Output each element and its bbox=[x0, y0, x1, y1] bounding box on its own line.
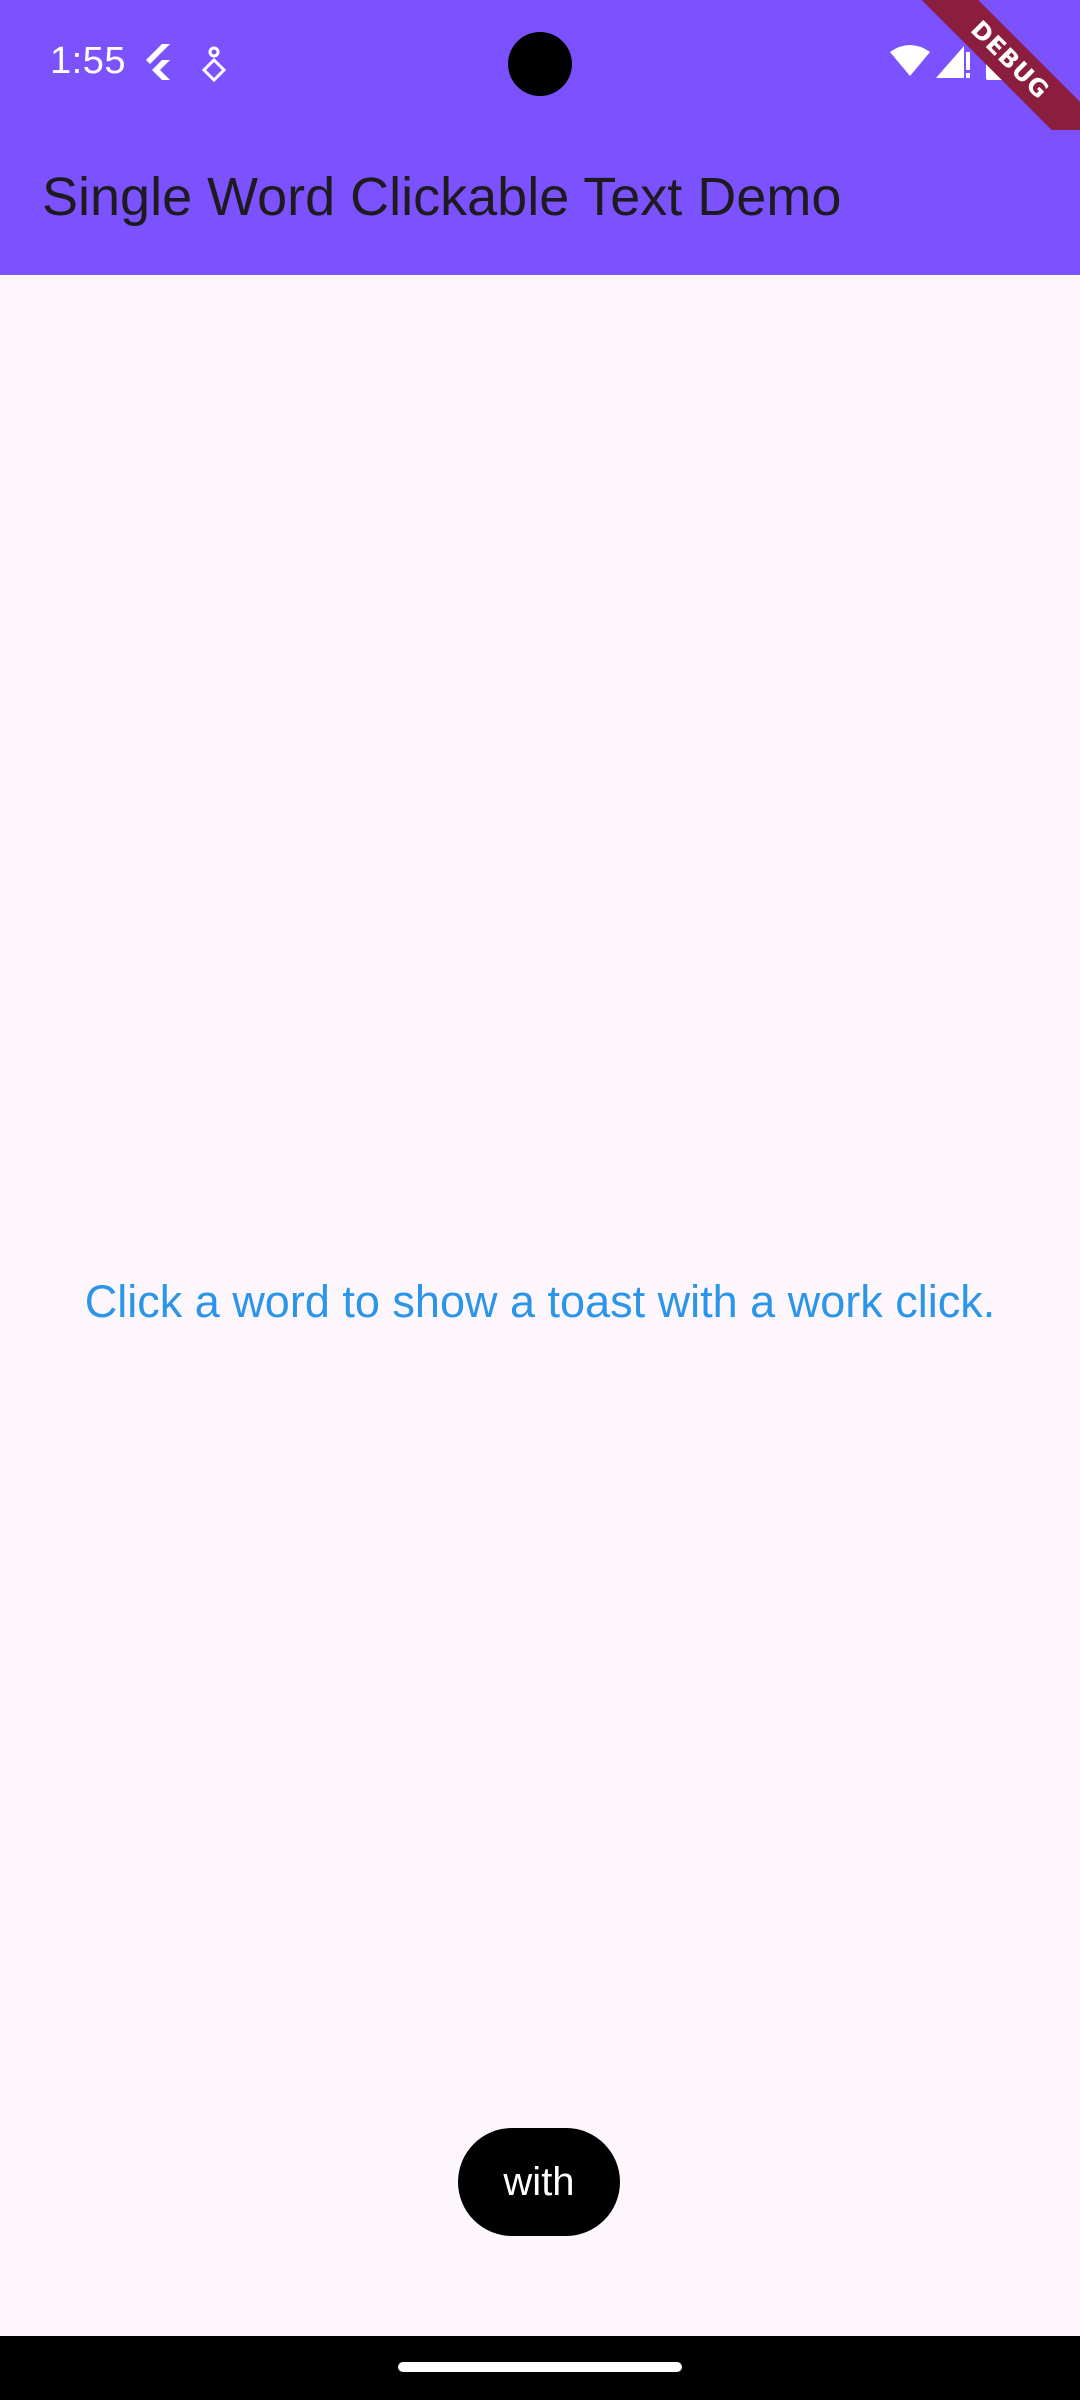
clickable-text-paragraph: Click a word to show a toast with a work… bbox=[0, 1276, 1080, 1328]
page-title: Single Word Clickable Text Demo bbox=[42, 167, 842, 227]
word-a[interactable]: a bbox=[195, 1276, 220, 1327]
wifi-icon bbox=[888, 42, 932, 82]
word-word[interactable]: word bbox=[232, 1276, 330, 1327]
status-bar: 1:55 DEBUG bbox=[0, 0, 1080, 167]
flutter-icon bbox=[140, 42, 180, 82]
word-show[interactable]: show bbox=[392, 1276, 497, 1327]
app-bar: Single Word Clickable Text Demo bbox=[0, 130, 1080, 275]
debug-bridge-icon bbox=[198, 42, 238, 83]
word-click[interactable]: Click bbox=[85, 1276, 183, 1327]
word-a[interactable]: a bbox=[510, 1276, 535, 1327]
word-work[interactable]: work bbox=[788, 1276, 883, 1327]
word-toast[interactable]: toast bbox=[548, 1276, 646, 1327]
status-time: 1:55 bbox=[50, 40, 126, 82]
word-to[interactable]: to bbox=[342, 1276, 380, 1327]
camera-cutout bbox=[508, 32, 572, 96]
navigation-bar bbox=[0, 2336, 1080, 2400]
screen: 1:55 DEBUG Single Word Clickable Text De… bbox=[0, 0, 1080, 2400]
word-click-period[interactable]: click. bbox=[895, 1276, 995, 1327]
word-with[interactable]: with bbox=[658, 1276, 738, 1327]
word-a[interactable]: a bbox=[750, 1276, 775, 1327]
cell-signal-icon bbox=[934, 42, 972, 82]
home-indicator[interactable] bbox=[398, 2362, 682, 2372]
toast-message: with bbox=[458, 2128, 620, 2236]
